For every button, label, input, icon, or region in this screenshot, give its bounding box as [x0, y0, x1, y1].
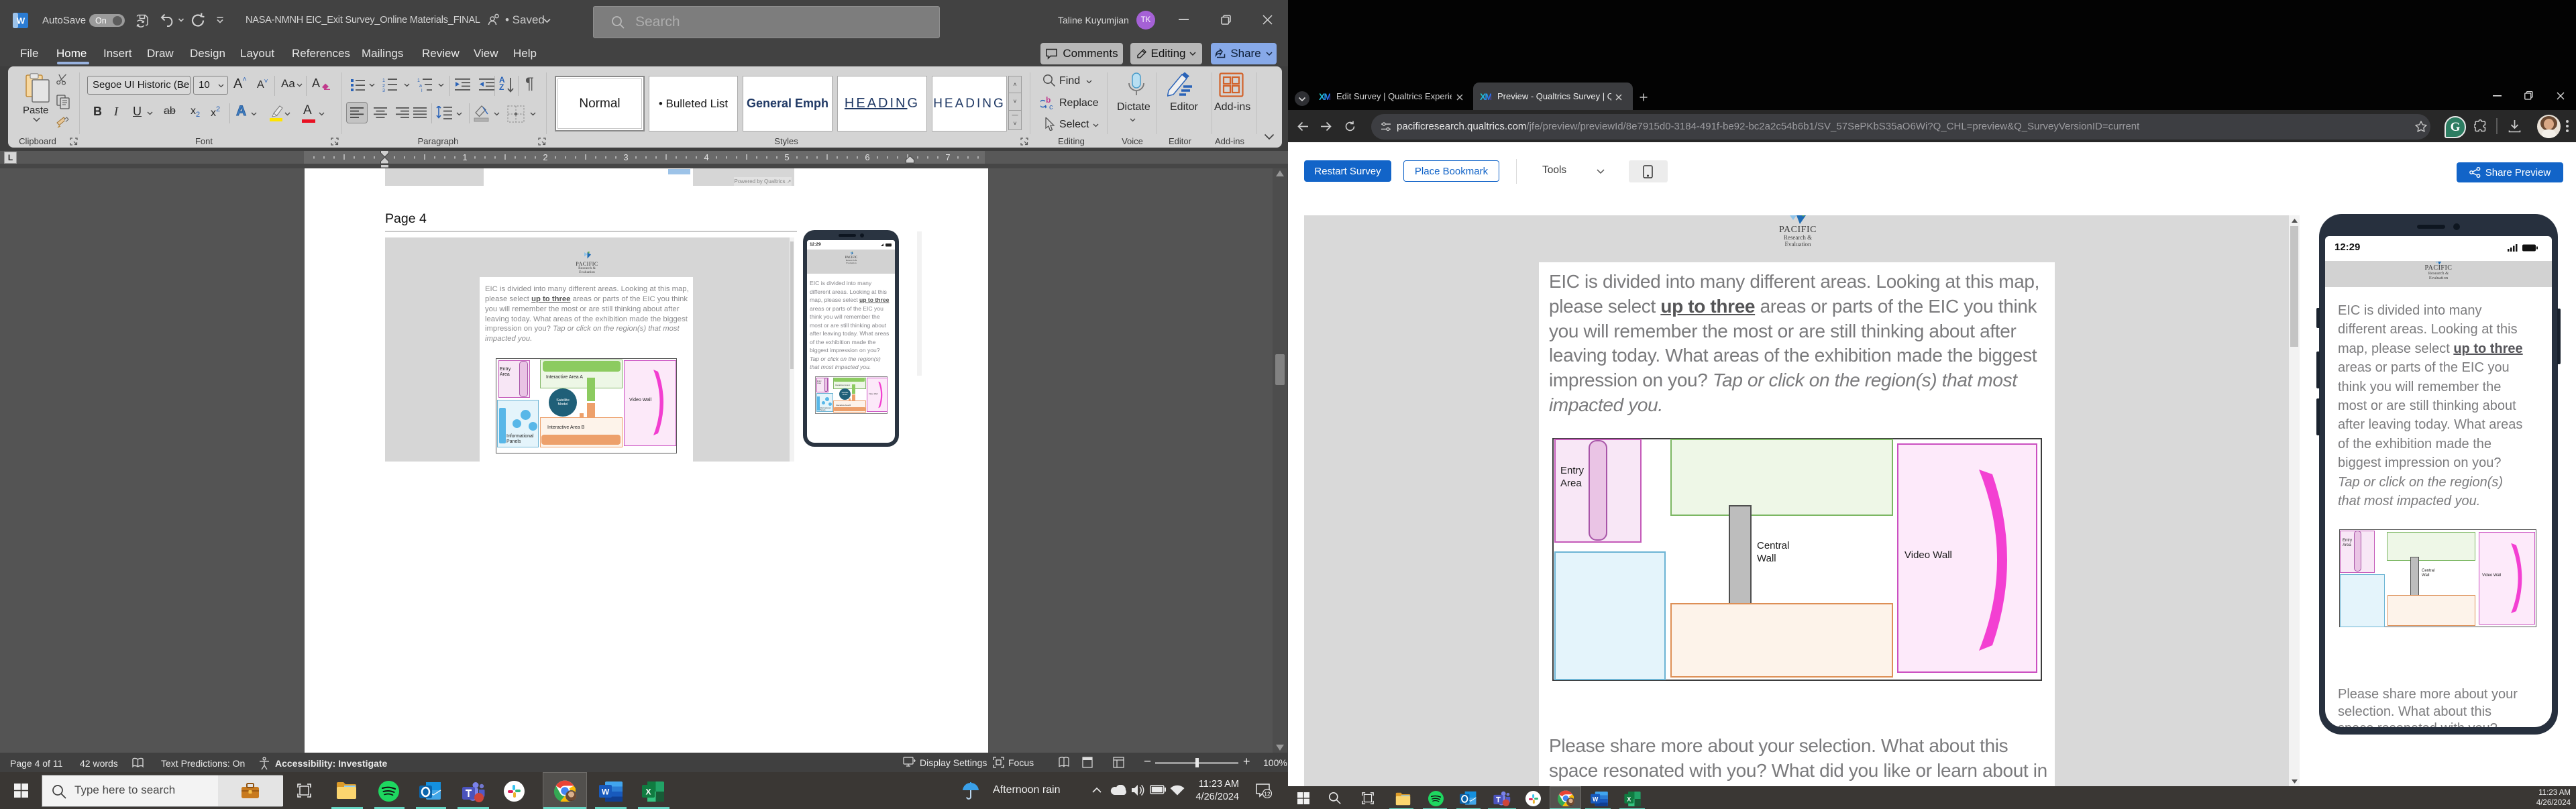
- svg-text:W: W: [17, 16, 25, 26]
- svg-text:X: X: [645, 788, 651, 797]
- svg-text:2: 2: [543, 152, 547, 162]
- svg-text:2: 2: [382, 84, 385, 89]
- svg-text:6: 6: [865, 152, 869, 162]
- svg-text:X: X: [1627, 796, 1631, 802]
- svg-text:W: W: [602, 788, 610, 797]
- svg-text:W: W: [1593, 796, 1599, 802]
- svg-text:a: a: [419, 84, 422, 89]
- svg-text:1: 1: [382, 78, 385, 83]
- svg-text:4: 4: [704, 152, 708, 162]
- svg-text:5: 5: [784, 152, 789, 162]
- svg-text:c: c: [1049, 103, 1053, 111]
- svg-text:12: 12: [1264, 791, 1271, 798]
- svg-text:7: 7: [945, 152, 950, 162]
- svg-text:1: 1: [462, 152, 467, 162]
- svg-text:3: 3: [623, 152, 628, 162]
- svg-text:1: 1: [417, 78, 420, 83]
- svg-text:i: i: [421, 89, 423, 92]
- svg-text:3: 3: [382, 89, 385, 92]
